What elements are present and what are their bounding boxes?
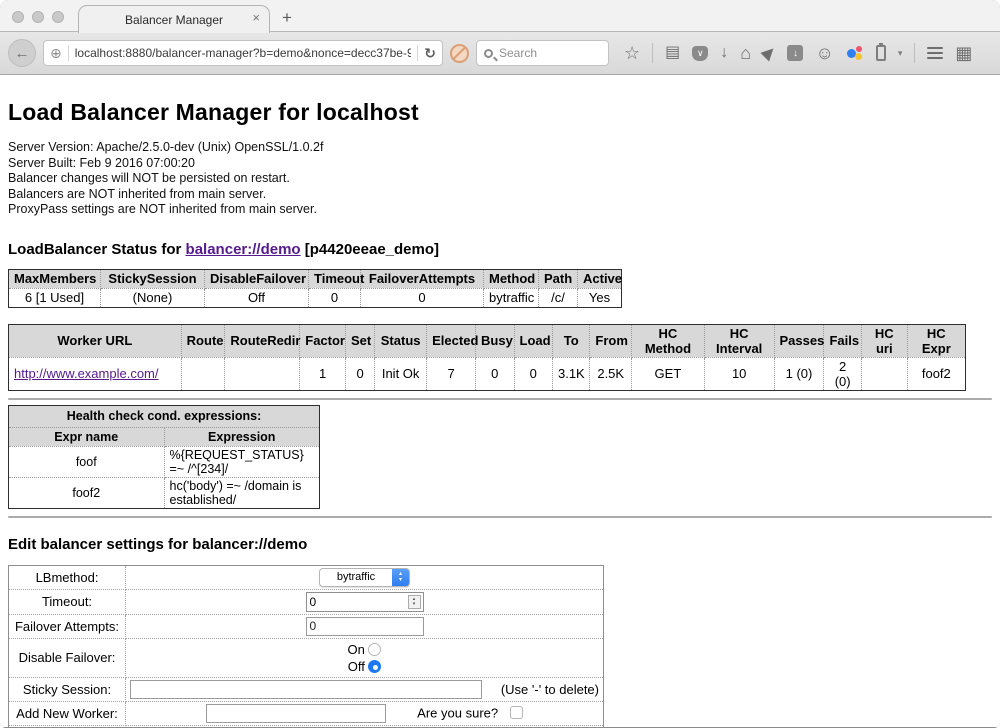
select-arrows-icon: ▴▾: [392, 568, 409, 587]
failover-attempts-input[interactable]: [306, 617, 424, 636]
send-icon[interactable]: ▶: [759, 43, 779, 63]
feedback-smiley-icon[interactable]: ☺: [815, 45, 833, 61]
form-row-failover: Failover Attempts:: [9, 614, 604, 638]
browser-window: Balancer Manager × + ← ⊕ localhost:8880/…: [0, 0, 1000, 728]
save-to-device-icon[interactable]: ↓: [787, 45, 803, 61]
radio-on-row: On: [348, 642, 382, 657]
divider: [914, 43, 915, 63]
form-row-lbmethod: LBmethod: bytraffic ▴▾: [9, 565, 604, 589]
tab-balancer-manager[interactable]: Balancer Manager ×: [78, 5, 270, 33]
notice-persist: Balancer changes will NOT be persisted o…: [8, 171, 992, 187]
reading-list-icon[interactable]: ▤: [665, 45, 680, 61]
timeout-label: Timeout:: [9, 589, 126, 614]
add-worker-label: Add New Worker:: [9, 701, 126, 725]
table-row: http://www.example.com/ 1 0 Init Ok 7 0 …: [9, 357, 966, 390]
status-heading: LoadBalancer Status for balancer://demo …: [8, 241, 992, 258]
toolbar-icons: ☆ ▤ ∨ ↓ ⌂ ▶ ↓ ☺ ▾ ▦: [624, 43, 972, 63]
pocket-icon[interactable]: ∨: [692, 46, 708, 61]
tile-grid-icon[interactable]: ▦: [955, 45, 972, 61]
table-title-row: Health check cond. expressions:: [9, 405, 320, 427]
are-you-sure-checkbox[interactable]: [510, 706, 523, 719]
form-row-timeout: Timeout: 0 ▴▾: [9, 589, 604, 614]
table-header-row: Expr name Expression: [9, 427, 320, 446]
disable-failover-label: Disable Failover:: [9, 638, 126, 677]
radio-on-label: On: [348, 642, 365, 657]
notice-proxypass: ProxyPass settings are NOT inherited fro…: [8, 202, 992, 218]
close-window-button[interactable]: [12, 11, 24, 23]
worker-table: Worker URL Route RouteRedir Factor Set S…: [8, 324, 966, 391]
divider: [652, 43, 653, 63]
home-icon[interactable]: ⌂: [740, 45, 751, 61]
notice-inherit: Balancers are NOT inherited from main se…: [8, 187, 992, 203]
form-row-submit: Submit: [9, 725, 604, 727]
page-title: Load Balancer Manager for localhost: [8, 75, 992, 126]
radio-off[interactable]: [368, 660, 381, 673]
edit-settings-heading: Edit balancer settings for balancer://de…: [8, 536, 992, 553]
lbmethod-selected-value: bytraffic: [320, 571, 392, 583]
reload-icon[interactable]: ↻: [424, 45, 436, 62]
table-header-row: MaxMembers StickySession DisableFailover…: [9, 269, 622, 288]
download-icon[interactable]: ↓: [720, 45, 728, 61]
timeout-input[interactable]: 0 ▴▾: [306, 592, 424, 612]
table-row: foof2 hc('body') =~ /domain is establish…: [9, 477, 320, 508]
table-row: foof %{REQUEST_STATUS} =~ /^[234]/: [9, 446, 320, 477]
search-placeholder: Search: [499, 46, 537, 60]
server-version: Server Version: Apache/2.5.0-dev (Unix) …: [8, 140, 992, 156]
colorful-extension-icon[interactable]: [846, 45, 864, 61]
zoom-window-button[interactable]: [52, 11, 64, 23]
failover-attempts-label: Failover Attempts:: [9, 614, 126, 638]
health-table-title: Health check cond. expressions:: [9, 405, 320, 427]
tab-close-icon[interactable]: ×: [252, 11, 260, 25]
form-row-disable-failover: Disable Failover: On Off: [9, 638, 604, 677]
radio-on[interactable]: [368, 643, 381, 656]
content-blocker-icon[interactable]: [450, 44, 469, 63]
server-info: Server Version: Apache/2.5.0-dev (Unix) …: [8, 140, 992, 218]
form-row-add-worker: Add New Worker: Are you sure?: [9, 701, 604, 725]
are-you-sure-label: Are you sure?: [417, 705, 498, 720]
balancer-settings-form: LBmethod: bytraffic ▴▾ Timeout: 0 ▴▾: [8, 565, 604, 728]
battery-device-icon[interactable]: [876, 45, 886, 61]
worker-url-link[interactable]: http://www.example.com/: [14, 366, 159, 381]
new-tab-button[interactable]: +: [282, 8, 292, 28]
url-text[interactable]: localhost:8880/balancer-manager?b=demo&n…: [75, 46, 412, 60]
sticky-session-note: (Use '-' to delete): [501, 682, 599, 697]
balancer-status-table: MaxMembers StickySession DisableFailover…: [8, 269, 622, 308]
back-arrow-icon: ←: [15, 45, 30, 62]
section-divider: [8, 516, 992, 518]
search-bar[interactable]: Search: [476, 40, 609, 66]
table-header-row: Worker URL Route RouteRedir Factor Set S…: [9, 324, 966, 357]
balancer-demo-link[interactable]: balancer://demo: [186, 241, 301, 258]
lbmethod-label: LBmethod:: [9, 565, 126, 589]
menu-icon[interactable]: [927, 47, 943, 59]
page-content: Load Balancer Manager for localhost Serv…: [0, 75, 1000, 727]
tab-title: Balancer Manager: [125, 13, 223, 27]
bookmark-star-icon[interactable]: ☆: [624, 45, 640, 61]
navigation-toolbar: ← ⊕ localhost:8880/balancer-manager?b=de…: [0, 32, 1000, 75]
table-row: 6 [1 Used] (None) Off 0 0 bytraffic /c/ …: [9, 288, 622, 307]
add-worker-input[interactable]: [206, 704, 386, 723]
search-icon: [484, 49, 493, 58]
number-stepper-icon[interactable]: ▴▾: [408, 595, 421, 609]
sticky-session-input[interactable]: [130, 680, 482, 699]
back-button[interactable]: ←: [8, 39, 36, 67]
window-controls[interactable]: [12, 11, 64, 23]
sticky-session-label: Sticky Session:: [9, 677, 126, 701]
globe-icon: ⊕: [50, 45, 62, 62]
divider: [417, 45, 418, 61]
divider: [68, 45, 69, 61]
lbmethod-select[interactable]: bytraffic ▴▾: [319, 568, 410, 587]
section-divider: [8, 398, 992, 400]
url-bar[interactable]: ⊕ localhost:8880/balancer-manager?b=demo…: [43, 40, 443, 66]
radio-off-label: Off: [348, 659, 365, 674]
tab-strip: Balancer Manager × +: [0, 0, 1000, 32]
minimize-window-button[interactable]: [32, 11, 44, 23]
chevron-down-icon[interactable]: ▾: [898, 48, 903, 59]
server-built: Server Built: Feb 9 2016 07:00:20: [8, 156, 992, 172]
form-row-sticky: Sticky Session: (Use '-' to delete): [9, 677, 604, 701]
health-check-table: Health check cond. expressions: Expr nam…: [8, 405, 320, 509]
radio-off-row: Off: [348, 659, 382, 674]
